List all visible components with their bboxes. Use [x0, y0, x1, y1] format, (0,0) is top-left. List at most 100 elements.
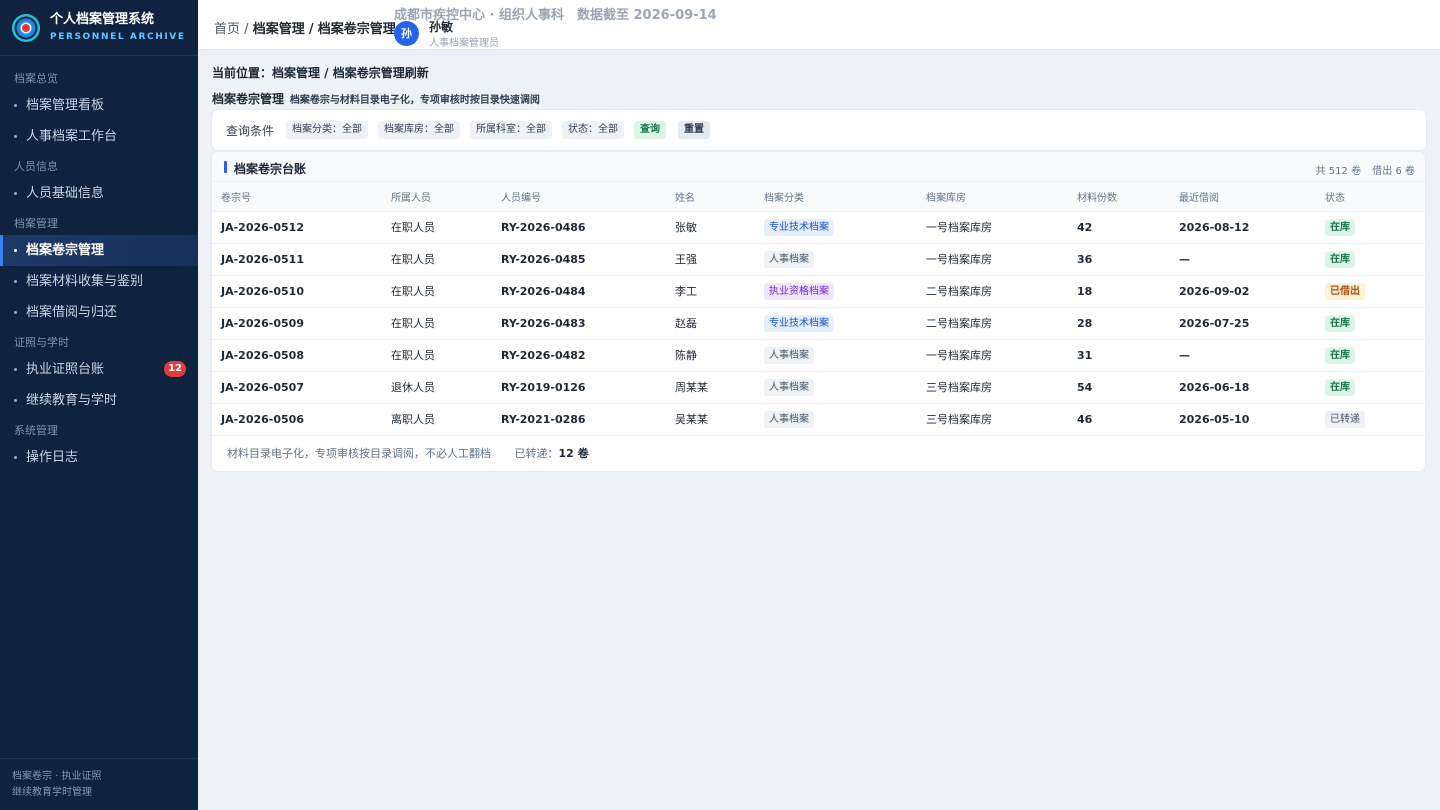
sidebar-item[interactable]: 操作日志 [0, 442, 198, 473]
filter-status[interactable]: 状态：全部 [562, 121, 625, 139]
avatar[interactable]: 孙 [394, 21, 419, 46]
table-header-row: 卷宗号 所属人员 人员编号 姓名 档案分类 档案库房 材料份数 最近借阅 状态 [212, 182, 1425, 212]
cell-count: 28 [1068, 307, 1170, 340]
table-row[interactable]: JA-2026-0509 在职人员 RY-2026-0483 赵磊 专业技术档案 二号档案… [212, 307, 1425, 340]
cell-name: 吴某某 [666, 403, 755, 436]
filter-label: 查询条件 [226, 123, 275, 138]
main-content: 当前位置：档案管理 / 档案卷宗管理刷新 档案卷宗管理 档案卷宗与材料目录电子化… [212, 50, 1426, 471]
filter-room[interactable]: 档案库房：全部 [378, 121, 461, 139]
count-badge: 12 [164, 361, 186, 377]
cell-person-no: RY-2026-0485 [492, 243, 666, 276]
archive-table: 卷宗号 所属人员 人员编号 姓名 档案分类 档案库房 材料份数 最近借阅 状态 JA-2026-… [212, 182, 1425, 436]
table-row[interactable]: JA-2026-0512 在职人员 RY-2026-0486 张敏 专业技术档案 一号档案… [212, 211, 1425, 244]
column-header[interactable]: 所属人员 [382, 182, 492, 212]
sidebar-item-label: 档案借阅与归还 [26, 305, 118, 320]
page-subtitle: 档案卷宗与材料目录电子化，专项审核时按目录快速调阅 [289, 95, 540, 106]
cell-id: JA-2026-0507 [212, 371, 382, 404]
cell-count: 46 [1068, 403, 1170, 436]
column-header[interactable]: 最近借阅 [1170, 182, 1316, 212]
cell-id: JA-2026-0512 [212, 211, 382, 244]
cell-room: 二号档案库房 [917, 275, 1068, 308]
column-header[interactable]: 人员编号 [492, 182, 666, 212]
cell-id: JA-2026-0508 [212, 339, 382, 372]
cell-person-type: 在职人员 [382, 275, 492, 308]
cell-name: 李工 [666, 275, 755, 308]
page-header: 档案卷宗管理 档案卷宗与材料目录电子化，专项审核时按目录快速调阅 [212, 90, 1426, 106]
sidebar-item-label: 档案管理看板 [26, 98, 105, 113]
status-badge: 在库 [1325, 314, 1355, 332]
sidebar-item[interactable]: 人员基础信息 [0, 178, 198, 209]
table-row[interactable]: JA-2026-0506 离职人员 RY-2021-0286 吴某某 人事档案 三号档案库… [212, 403, 1425, 436]
panel-accent-bar [224, 161, 227, 173]
cell-category: 人事档案 [755, 371, 917, 404]
sidebar-item-label: 人事档案工作台 [26, 129, 118, 144]
logo-icon [12, 13, 40, 42]
sidebar-footer: 档案卷宗 · 执业证照 继续教育学时管理 [0, 758, 198, 810]
column-header[interactable]: 材料份数 [1068, 182, 1170, 212]
column-header[interactable]: 状态 [1316, 182, 1425, 212]
nav-group-label: 档案管理 [14, 217, 58, 230]
table-row[interactable]: JA-2026-0511 在职人员 RY-2026-0485 王强 人事档案 一号档案库房… [212, 243, 1425, 276]
sidebar-item[interactable]: 继续教育与学时 [0, 385, 198, 416]
sidebar-item-label: 人员基础信息 [26, 186, 105, 201]
cell-last-borrow: 2026-07-25 [1170, 307, 1316, 340]
cell-person-no: RY-2026-0482 [492, 339, 666, 372]
sidebar-item[interactable]: 人事档案工作台 [0, 121, 198, 152]
cell-last-borrow: 2026-06-18 [1170, 371, 1316, 404]
column-header[interactable]: 姓名 [666, 182, 755, 212]
column-header[interactable]: 档案库房 [917, 182, 1068, 212]
reset-button[interactable]: 重置 [678, 121, 711, 139]
sidebar-item[interactable]: 执业证照台账 12 [0, 354, 198, 385]
cell-name: 赵磊 [666, 307, 755, 340]
filter-category[interactable]: 档案分类：全部 [286, 121, 369, 139]
cell-person-type: 退休人员 [382, 371, 492, 404]
cell-name: 周某某 [666, 371, 755, 404]
cell-category: 人事档案 [755, 403, 917, 436]
panel-footer: 材料目录电子化，专项审核按目录调阅，不必人工翻档 已转递：12 卷 [212, 436, 1425, 471]
category-tag: 执业资格档案 [764, 282, 834, 300]
cell-person-type: 离职人员 [382, 403, 492, 436]
nav-group-label: 档案总览 [14, 72, 58, 85]
borrowed-count: 借出 6 卷 [1372, 166, 1415, 177]
cell-person-type: 在职人员 [382, 211, 492, 244]
page-title: 档案卷宗管理 [212, 92, 285, 106]
sidebar-item[interactable]: 档案卷宗管理 [0, 235, 198, 266]
cell-person-type: 在职人员 [382, 243, 492, 276]
user-name[interactable]: 孙敏 [429, 18, 453, 35]
table-row[interactable]: JA-2026-0510 在职人员 RY-2026-0484 李工 执业资格档案 二号档案… [212, 275, 1425, 308]
breadcrumb-home[interactable]: 首页 [214, 22, 240, 37]
user-role: 人事档案管理员 [429, 38, 499, 49]
cell-count: 31 [1068, 339, 1170, 372]
cell-person-no: RY-2026-0486 [492, 211, 666, 244]
category-tag: 人事档案 [764, 410, 814, 428]
sidebar-item[interactable]: 档案借阅与归还 [0, 297, 198, 328]
filter-department[interactable]: 所属科室：全部 [470, 121, 553, 139]
status-badge: 在库 [1325, 346, 1355, 364]
filter-bar: 查询条件 档案分类：全部 档案库房：全部 所属科室：全部 状态：全部 查询 重置 [212, 110, 1426, 150]
sidebar-item[interactable]: 档案材料收集与鉴别 [0, 266, 198, 297]
cell-name: 王强 [666, 243, 755, 276]
status-badge: 在库 [1325, 218, 1355, 236]
cell-person-no: RY-2019-0126 [492, 371, 666, 404]
query-button[interactable]: 查询 [634, 121, 667, 139]
category-tag: 专业技术档案 [764, 218, 834, 236]
cell-count: 42 [1068, 211, 1170, 244]
table-row[interactable]: JA-2026-0508 在职人员 RY-2026-0482 陈静 人事档案 一号档案库房… [212, 339, 1425, 372]
breadcrumb-level1[interactable]: 档案管理 [253, 22, 305, 37]
sidebar-item-label: 执业证照台账 [26, 362, 105, 377]
cell-last-borrow: — [1170, 243, 1316, 276]
current-location: 当前位置：档案管理 / 档案卷宗管理刷新 [212, 66, 429, 80]
table-body: JA-2026-0512 在职人员 RY-2026-0486 张敏 专业技术档案 一号档案… [212, 211, 1425, 436]
archive-ledger-panel: 档案卷宗台账 共 512 卷 借出 6 卷 卷宗号 所属人员 人员编号 姓名 档案分类档… [212, 152, 1425, 471]
sidebar-item-label: 操作日志 [26, 450, 79, 465]
table-row[interactable]: JA-2026-0507 退休人员 RY-2019-0126 周某某 人事档案 三号档案库… [212, 371, 1425, 404]
cell-room: 三号档案库房 [917, 371, 1068, 404]
sidebar-item[interactable]: 档案管理看板 [0, 90, 198, 121]
cell-id: JA-2026-0511 [212, 243, 382, 276]
sidebar-footer-line2: 继续教育学时管理 [12, 787, 92, 798]
breadcrumb: 首页 / 档案管理 / 档案卷宗管理 [214, 18, 396, 37]
column-header[interactable]: 卷宗号 [212, 182, 382, 212]
brand[interactable]: 个人档案管理系统 PERSONNEL ARCHIVE [0, 0, 198, 56]
column-header[interactable]: 档案分类 [755, 182, 917, 212]
status-badge: 已转递 [1325, 410, 1365, 428]
